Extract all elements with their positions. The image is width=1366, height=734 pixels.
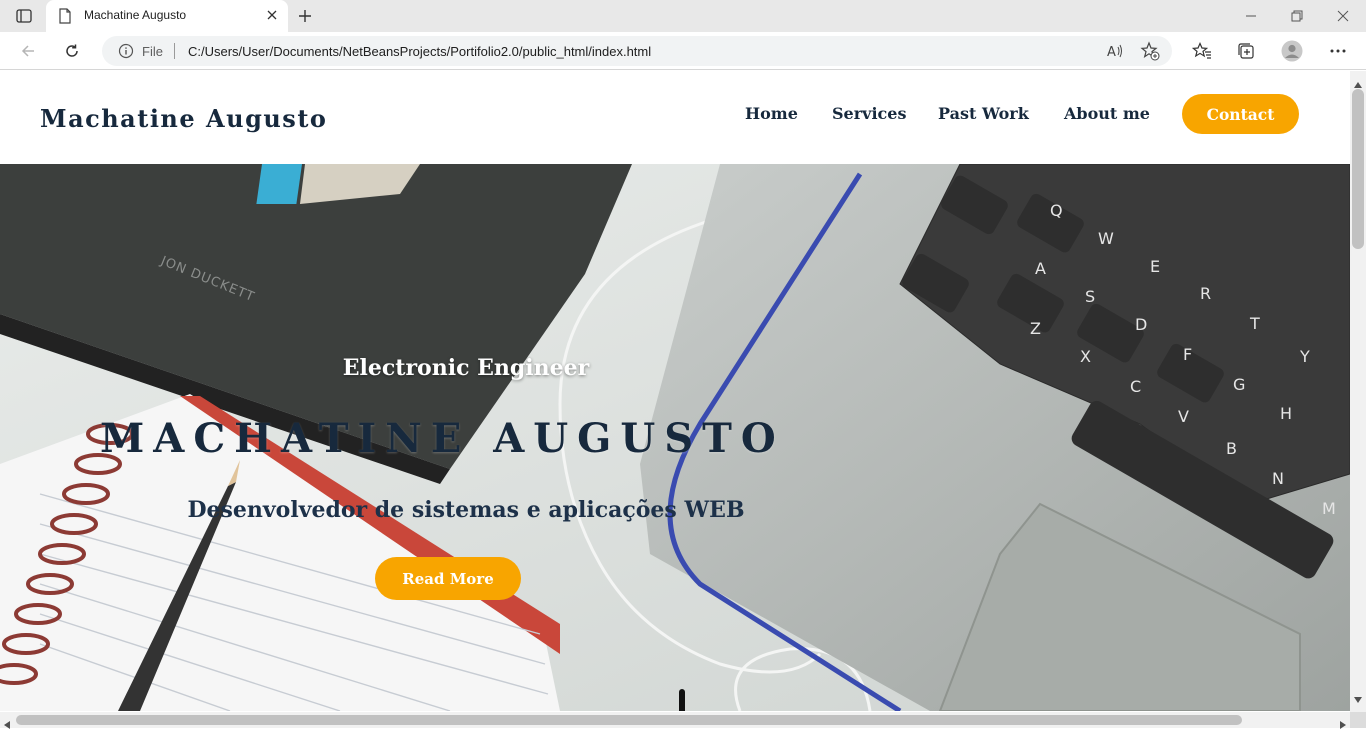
info-icon[interactable]	[118, 43, 134, 64]
scroll-left-arrow-icon[interactable]	[4, 716, 10, 734]
minimize-icon[interactable]	[1240, 6, 1262, 26]
tab-title: Machatine Augusto	[84, 8, 187, 22]
svg-text:G: G	[1233, 375, 1245, 394]
favorites-icon[interactable]	[1190, 40, 1214, 62]
close-window-icon[interactable]	[1332, 6, 1354, 26]
vertical-scrollbar[interactable]	[1350, 71, 1366, 712]
restore-icon[interactable]	[1286, 6, 1308, 26]
svg-text:A: A	[1107, 45, 1116, 60]
svg-text:Z: Z	[1030, 319, 1041, 338]
scroll-down-arrow-icon[interactable]	[1354, 690, 1362, 708]
svg-text:V: V	[1178, 407, 1189, 426]
add-favorite-icon[interactable]	[1140, 41, 1160, 66]
svg-text:W: W	[1098, 229, 1114, 248]
hero-kicker: Electronic Engineer	[342, 355, 590, 381]
svg-text:Y: Y	[1299, 347, 1310, 366]
read-more-button[interactable]: Read More	[375, 557, 521, 600]
url-text[interactable]: C:/Users/User/Documents/NetBeansProjects…	[188, 44, 651, 59]
hero-title: MACHATINE AUGUSTO	[100, 415, 785, 462]
horizontal-scroll-thumb[interactable]	[16, 715, 1242, 725]
scrollbar-corner	[1350, 712, 1366, 728]
new-tab-icon[interactable]	[294, 6, 316, 26]
svg-text:M: M	[1322, 499, 1336, 518]
horizontal-scrollbar[interactable]	[0, 712, 1350, 729]
svg-text:E: E	[1150, 257, 1160, 276]
browser-toolbar: File C:/Users/User/Documents/NetBeansPro…	[0, 32, 1366, 70]
address-divider	[174, 43, 175, 59]
address-bar[interactable]: File C:/Users/User/Documents/NetBeansPro…	[102, 36, 1172, 66]
svg-text:S: S	[1085, 287, 1095, 306]
browser-tab-bar: Machatine Augusto	[0, 0, 1366, 32]
svg-text:R: R	[1200, 284, 1211, 303]
svg-text:F: F	[1183, 345, 1192, 364]
close-tab-icon[interactable]	[266, 8, 278, 26]
svg-text:H: H	[1280, 404, 1292, 423]
scroll-indicator	[679, 689, 685, 711]
svg-text:Q: Q	[1050, 201, 1063, 220]
nav-services[interactable]: Services	[832, 104, 906, 123]
collections-icon[interactable]	[1234, 40, 1258, 62]
browser-tab[interactable]: Machatine Augusto	[46, 0, 288, 32]
hero-section: JON DUCKETT QWE RTY A S D F G H Z X C V …	[0, 164, 1350, 711]
more-menu-icon[interactable]	[1326, 40, 1350, 62]
refresh-icon[interactable]	[60, 40, 84, 62]
scroll-right-arrow-icon[interactable]	[1340, 716, 1346, 734]
tab-actions-icon[interactable]	[12, 6, 36, 26]
nav-home[interactable]: Home	[745, 104, 798, 123]
site-brand[interactable]: Machatine Augusto	[40, 104, 327, 133]
hero-subtitle: Desenvolvedor de sistemas e aplicações W…	[187, 497, 745, 523]
page-icon	[58, 8, 72, 29]
read-aloud-icon[interactable]: A	[1106, 42, 1124, 65]
svg-text:X: X	[1080, 347, 1091, 366]
nav-past-work[interactable]: Past Work	[938, 104, 1029, 123]
svg-text:N: N	[1272, 469, 1284, 488]
svg-text:B: B	[1226, 439, 1237, 458]
profile-avatar-icon[interactable]	[1280, 40, 1304, 62]
nav-about-me[interactable]: About me	[1064, 104, 1150, 123]
contact-button[interactable]: Contact	[1182, 94, 1299, 134]
svg-text:D: D	[1135, 315, 1147, 334]
svg-text:C: C	[1130, 377, 1141, 396]
svg-text:T: T	[1249, 314, 1260, 333]
site-header: Machatine Augusto Home Services Past Wor…	[0, 71, 1350, 164]
vertical-scroll-thumb[interactable]	[1352, 89, 1364, 249]
page-viewport: Machatine Augusto Home Services Past Wor…	[0, 71, 1350, 711]
scheme-label: File	[142, 44, 163, 59]
svg-text:A: A	[1035, 259, 1046, 278]
back-icon[interactable]	[16, 40, 40, 62]
